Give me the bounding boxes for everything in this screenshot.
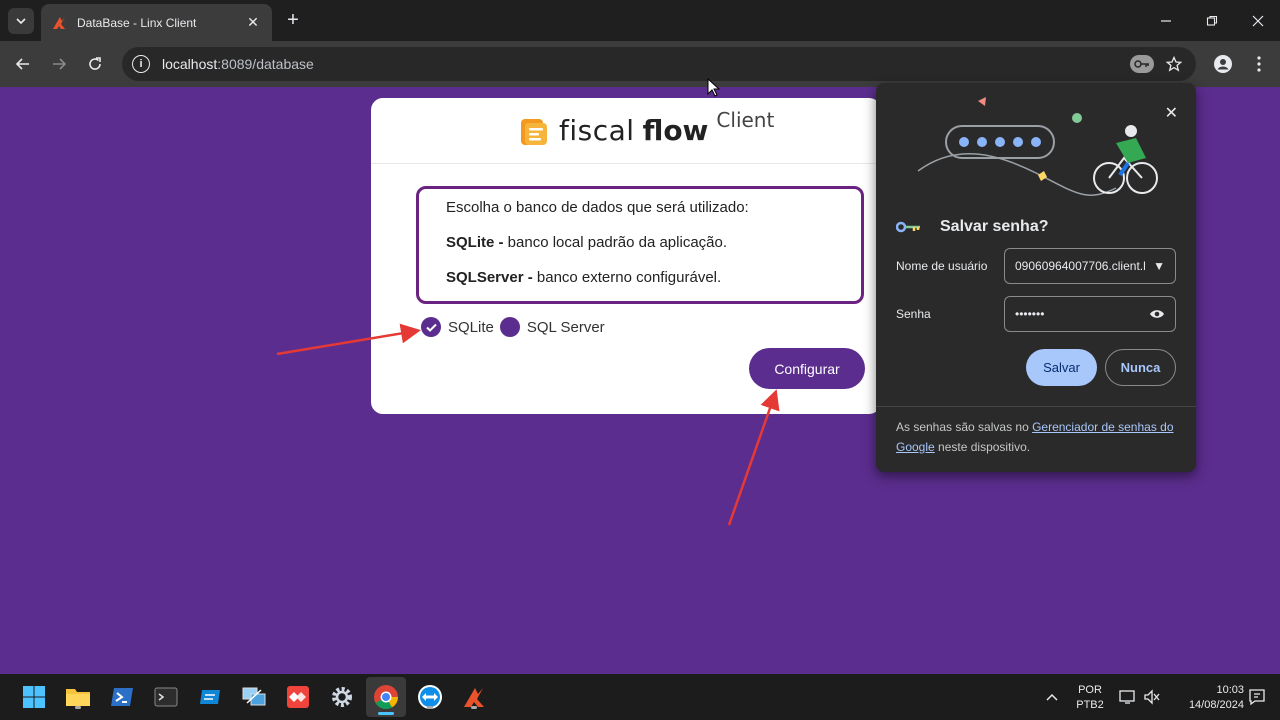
info-option-sqlite: SQLite - banco local padrão da aplicação… bbox=[446, 234, 728, 251]
url-host: localhost bbox=[162, 56, 218, 72]
checkmark-icon bbox=[425, 323, 437, 332]
info-intro: Escolha o banco de dados que será utiliz… bbox=[446, 199, 749, 216]
volume-muted-icon[interactable] bbox=[1138, 683, 1166, 711]
popup-close-icon[interactable]: ✕ bbox=[1165, 103, 1178, 123]
input-language-indicator[interactable]: POR PTB2 bbox=[1070, 683, 1110, 713]
username-label: Nome de usuário bbox=[896, 259, 988, 273]
tab-search-button[interactable] bbox=[8, 8, 34, 34]
username-field[interactable]: 09060964007706.client.l ▼ bbox=[1004, 248, 1176, 284]
restore-icon[interactable] bbox=[1199, 8, 1225, 34]
menu-kebab-icon[interactable] bbox=[1246, 51, 1272, 77]
password-field[interactable]: ••••••• bbox=[1004, 296, 1176, 332]
popup-divider bbox=[876, 406, 1196, 407]
keyboard-layout: PTB2 bbox=[1076, 699, 1104, 711]
radio-sqlserver[interactable] bbox=[499, 317, 520, 337]
dropdown-caret-icon[interactable]: ▼ bbox=[1153, 259, 1165, 273]
mouse-cursor-icon bbox=[707, 78, 721, 97]
clock-date: 14/08/2024 bbox=[1188, 699, 1244, 711]
windows-start-icon[interactable] bbox=[20, 683, 48, 711]
file-explorer-icon[interactable] bbox=[64, 683, 92, 711]
system-clock[interactable]: 10:03 14/08/2024 bbox=[1170, 683, 1244, 713]
browser-tab[interactable]: DataBase - Linx Client ✕ bbox=[41, 4, 272, 41]
password-value: ••••••• bbox=[1015, 307, 1045, 321]
url-path: :8089/database bbox=[217, 56, 314, 72]
running-indicator bbox=[427, 706, 433, 709]
card-header: fiscal flow Client bbox=[371, 98, 881, 164]
radio-sqlite-label: SQLite bbox=[448, 318, 494, 336]
active-indicator bbox=[378, 712, 394, 715]
teamviewer-icon[interactable] bbox=[416, 683, 444, 711]
tab-strip: DataBase - Linx Client ✕ + bbox=[0, 0, 1280, 41]
logo-text-fiscal: fiscal bbox=[559, 114, 635, 147]
never-save-button[interactable]: Nunca bbox=[1105, 349, 1176, 386]
show-password-eye-icon[interactable] bbox=[1149, 308, 1165, 320]
close-window-icon[interactable] bbox=[1245, 8, 1271, 34]
reload-icon[interactable] bbox=[82, 51, 108, 77]
language-code: POR bbox=[1078, 684, 1102, 696]
site-info-icon[interactable]: i bbox=[132, 55, 150, 73]
running-indicator bbox=[75, 706, 81, 709]
save-password-popup: ✕ Salvar senha? Nome de usuário 09060964… bbox=[876, 83, 1196, 472]
radio-sqlserver-label: SQL Server bbox=[526, 318, 605, 336]
back-icon[interactable] bbox=[10, 51, 36, 77]
powershell-icon[interactable] bbox=[108, 683, 136, 711]
database-radio-group: SQLite SQL Server bbox=[421, 317, 611, 337]
fiscal-flow-logo-icon bbox=[521, 119, 547, 145]
password-key-icon[interactable] bbox=[1130, 55, 1154, 73]
chevron-up-icon[interactable] bbox=[1038, 683, 1066, 711]
password-illustration bbox=[917, 97, 1158, 196]
windows-taskbar: POR PTB2 10:03 14/08/2024 bbox=[0, 674, 1280, 720]
configure-button[interactable]: Configurar bbox=[749, 348, 865, 389]
linx-client-icon[interactable] bbox=[460, 683, 488, 711]
profile-icon[interactable] bbox=[1210, 51, 1236, 77]
chrome-icon[interactable] bbox=[366, 677, 406, 717]
linx-logo-icon bbox=[53, 16, 65, 29]
minimize-icon[interactable] bbox=[1153, 8, 1179, 34]
logo-text-flow: flow bbox=[642, 114, 709, 147]
radio-sqlite[interactable] bbox=[421, 317, 441, 337]
tab-close-icon[interactable]: ✕ bbox=[244, 14, 262, 31]
database-info-box: Escolha o banco de dados que será utiliz… bbox=[416, 186, 864, 304]
popup-title-row: Salvar senha? bbox=[896, 218, 1049, 236]
address-bar[interactable]: i localhost:8089/database bbox=[122, 47, 1196, 81]
database-config-card: fiscal flow Client Escolha o banco de da… bbox=[371, 98, 881, 414]
tab-title: DataBase - Linx Client bbox=[77, 15, 197, 30]
logo-text-client: Client bbox=[716, 108, 775, 132]
new-tab-button[interactable]: + bbox=[282, 9, 304, 31]
save-password-button[interactable]: Salvar bbox=[1026, 349, 1097, 386]
forward-icon[interactable] bbox=[46, 51, 72, 77]
username-value: 09060964007706.client.l bbox=[1015, 259, 1146, 273]
fiscal-flow-logo: fiscal flow Client bbox=[519, 108, 774, 147]
notifications-icon[interactable] bbox=[1243, 683, 1271, 711]
remote-desktop-icon[interactable] bbox=[196, 683, 224, 711]
info-option-sqlserver: SQLServer - banco externo configurável. bbox=[446, 269, 722, 286]
chevron-down-icon bbox=[16, 18, 26, 25]
popup-title: Salvar senha? bbox=[940, 218, 1049, 235]
password-label: Senha bbox=[896, 307, 931, 321]
popup-footer: As senhas são salvas no Gerenciador de s… bbox=[896, 420, 1174, 454]
terminal-icon[interactable] bbox=[152, 683, 180, 711]
clock-time: 10:03 bbox=[1216, 684, 1244, 696]
running-indicator bbox=[471, 706, 477, 709]
settings-gear-icon[interactable] bbox=[328, 683, 356, 711]
browser-toolbar: i localhost:8089/database bbox=[0, 41, 1280, 87]
anydesk-icon[interactable] bbox=[284, 683, 312, 711]
google-password-key-icon bbox=[896, 221, 920, 233]
bookmark-star-icon[interactable] bbox=[1163, 55, 1185, 73]
network-tool-icon[interactable] bbox=[240, 683, 268, 711]
